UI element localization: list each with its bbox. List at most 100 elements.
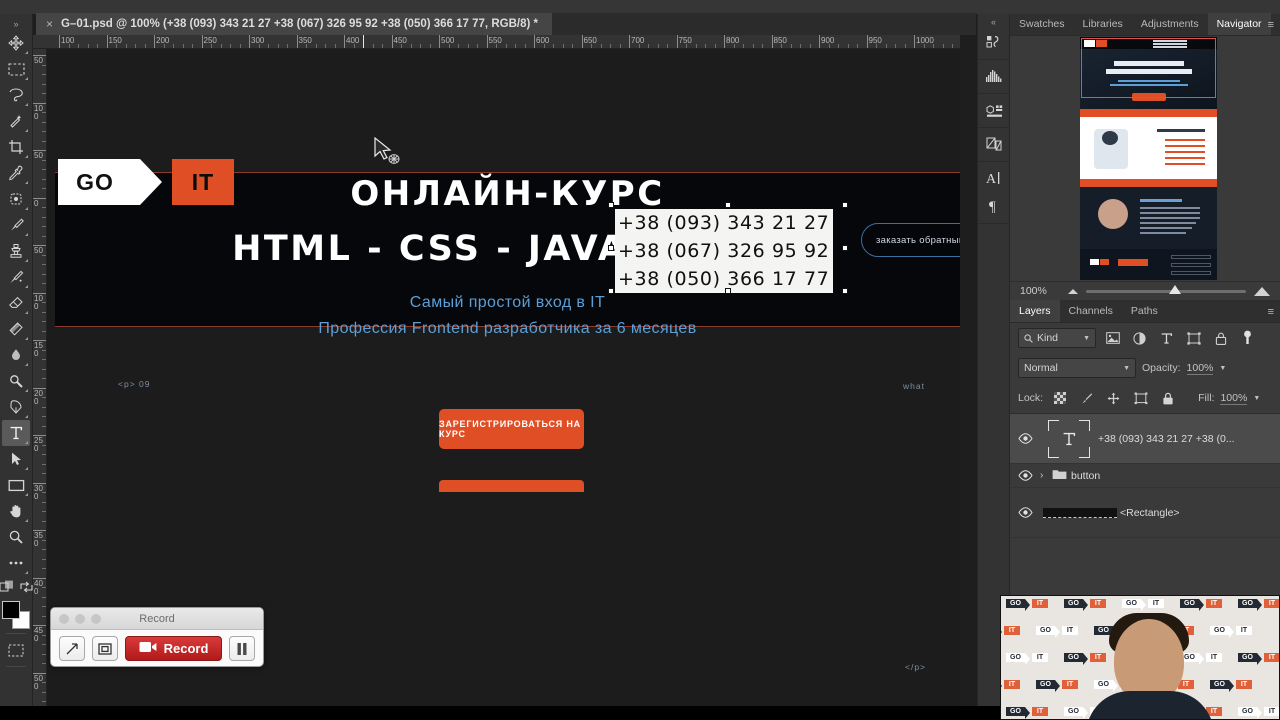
navigator-preview[interactable] [1010, 36, 1280, 281]
secondary-cta-button[interactable] [439, 480, 584, 492]
type-tool[interactable] [2, 420, 30, 446]
toolbar-collapse-icon[interactable]: » [13, 18, 18, 30]
window-controls[interactable] [59, 614, 101, 624]
zoom-tool[interactable] [2, 524, 30, 550]
layer-row[interactable]: › button [1010, 464, 1280, 488]
ruler-major-tick [33, 435, 46, 436]
fill-chevron-icon[interactable]: ▼ [1253, 395, 1260, 402]
zoom-out-icon[interactable] [1068, 288, 1078, 294]
tab-paths[interactable]: Paths [1122, 300, 1167, 322]
lock-position-icon[interactable] [1103, 388, 1124, 408]
maximize-window-icon[interactable] [91, 614, 101, 624]
blend-mode-select[interactable]: Normal ▼ [1018, 358, 1136, 378]
layer-visibility-icon[interactable] [1010, 470, 1040, 481]
callback-button[interactable]: заказать обратный звонок [861, 223, 960, 257]
filter-kind-select[interactable]: Kind ▼ [1018, 328, 1096, 348]
foreground-color-swatch[interactable] [2, 601, 20, 619]
history-brush-tool[interactable] [2, 264, 30, 290]
hand-tool[interactable] [2, 498, 30, 524]
close-icon[interactable]: × [46, 17, 53, 31]
pointer-button[interactable] [59, 636, 85, 661]
layer-name[interactable]: button [1071, 470, 1100, 482]
lock-image-pixels-icon[interactable] [1076, 388, 1097, 408]
quick-selection-tool[interactable] [2, 108, 30, 134]
lock-all-icon[interactable] [1157, 388, 1178, 408]
layers-panel-menu-icon[interactable]: ≡ [1268, 306, 1274, 318]
color-swatches[interactable] [1, 600, 31, 630]
swap-colors-icon[interactable] [19, 580, 33, 598]
healing-brush-tool[interactable] [2, 186, 30, 212]
layer-row[interactable]: +38 (093) 343 21 27 +38 (0... [1010, 414, 1280, 464]
layer-name[interactable]: <Rectangle> [1120, 507, 1180, 519]
character-icon[interactable]: A [981, 166, 1007, 190]
rectangle-tool[interactable] [2, 472, 30, 498]
layer-name[interactable]: +38 (093) 343 21 27 +38 (0... [1098, 433, 1235, 445]
vertical-ruler[interactable]: 50 100 50 0 50 100 150 200 250 300 350 400 450 500 [33, 49, 47, 720]
lock-transparent-pixels-icon[interactable] [1049, 388, 1070, 408]
edit-toolbar-tool[interactable] [2, 550, 30, 576]
histogram-icon[interactable] [981, 64, 1007, 88]
move-tool[interactable] [2, 30, 30, 56]
dodge-tool[interactable] [2, 368, 30, 394]
tab-channels[interactable]: Channels [1060, 300, 1122, 322]
paragraph-icon[interactable]: ¶ [981, 194, 1007, 218]
pause-button[interactable] [229, 636, 255, 661]
brush-tool[interactable] [2, 212, 30, 238]
filter-type-icon[interactable] [1156, 328, 1177, 348]
filter-smart-object-icon[interactable] [1210, 328, 1231, 348]
horizontal-ruler[interactable]: 100 150 200 250 300 350 400 450 500 550 600 650 700 7… [33, 35, 960, 49]
tab-navigator[interactable]: Navigator [1207, 13, 1271, 35]
region-button[interactable] [92, 636, 118, 661]
lock-artboard-icon[interactable] [1130, 388, 1151, 408]
register-cta-button[interactable]: ЗАРЕГИСТРИРОВАТЬСЯ НА КУРС [439, 409, 584, 449]
fill-value[interactable]: 100% [1220, 392, 1248, 405]
filter-enable-toggle[interactable] [1237, 328, 1258, 348]
filter-shape-icon[interactable] [1183, 328, 1204, 348]
filter-pixel-icon[interactable] [1102, 328, 1123, 348]
close-window-icon[interactable] [59, 614, 69, 624]
filter-adjustment-icon[interactable] [1129, 328, 1150, 348]
tab-swatches[interactable]: Swatches [1010, 13, 1074, 35]
rail-collapse-icon[interactable]: « [991, 14, 996, 27]
minimize-window-icon[interactable] [75, 614, 85, 624]
layer-visibility-icon[interactable] [1010, 507, 1040, 518]
pen-tool[interactable] [2, 394, 30, 420]
blur-tool[interactable] [2, 342, 30, 368]
eraser-tool[interactable] [2, 290, 30, 316]
quick-mask-icon[interactable] [0, 580, 14, 598]
gradient-tool[interactable] [2, 316, 30, 342]
tab-libraries[interactable]: Libraries [1074, 13, 1132, 35]
record-button[interactable]: Record [125, 636, 222, 661]
document-tab[interactable]: × G–01.psd @ 100% (+38 (093) 343 21 27 +… [36, 13, 552, 35]
path-selection-tool[interactable] [2, 446, 30, 472]
screen-recorder-window[interactable]: Record Record [50, 607, 264, 667]
quick-mask-mode-icon[interactable] [2, 637, 30, 663]
layer-thumbnail[interactable] [1040, 416, 1098, 462]
layer-visibility-icon[interactable] [1010, 433, 1040, 444]
opacity-chevron-icon[interactable]: ▼ [1219, 365, 1226, 372]
tab-layers[interactable]: Layers [1010, 300, 1060, 322]
webcam-overlay[interactable]: GOITGOITGOITGOITGOITGOITGOITGOITGOITGOIT… [1000, 595, 1280, 720]
properties-icon[interactable] [981, 98, 1007, 122]
navigator-view-box[interactable] [1081, 38, 1216, 98]
crop-tool[interactable] [2, 134, 30, 160]
zoom-slider[interactable] [1086, 284, 1246, 294]
tab-adjustments[interactable]: Adjustments [1132, 13, 1208, 35]
eyedropper-tool[interactable] [2, 160, 30, 186]
clone-stamp-tool[interactable] [2, 238, 30, 264]
ruler-minor-tick [42, 406, 46, 408]
phone-numbers-text-layer[interactable]: +38 (093) 343 21 27 +38 (067) 326 95 92 … [608, 202, 848, 294]
rectangular-marquee-tool[interactable] [2, 56, 30, 82]
zoom-slider-thumb[interactable] [1169, 284, 1182, 294]
layer-row[interactable]: <Rectangle> [1010, 488, 1280, 538]
zoom-in-icon[interactable] [1254, 286, 1270, 296]
ruler-minor-tick [42, 311, 46, 313]
brush-preset-icon[interactable] [981, 30, 1007, 54]
lasso-tool[interactable] [2, 82, 30, 108]
navigator-zoom-value[interactable]: 100% [1020, 285, 1060, 297]
layer-thumbnail[interactable] [1040, 490, 1120, 536]
group-expand-icon[interactable]: › [1040, 470, 1052, 481]
layer-comps-icon[interactable] [981, 132, 1007, 156]
navigator-panel-menu-icon[interactable]: ≡ [1268, 19, 1274, 31]
opacity-value[interactable]: 100% [1186, 362, 1214, 375]
